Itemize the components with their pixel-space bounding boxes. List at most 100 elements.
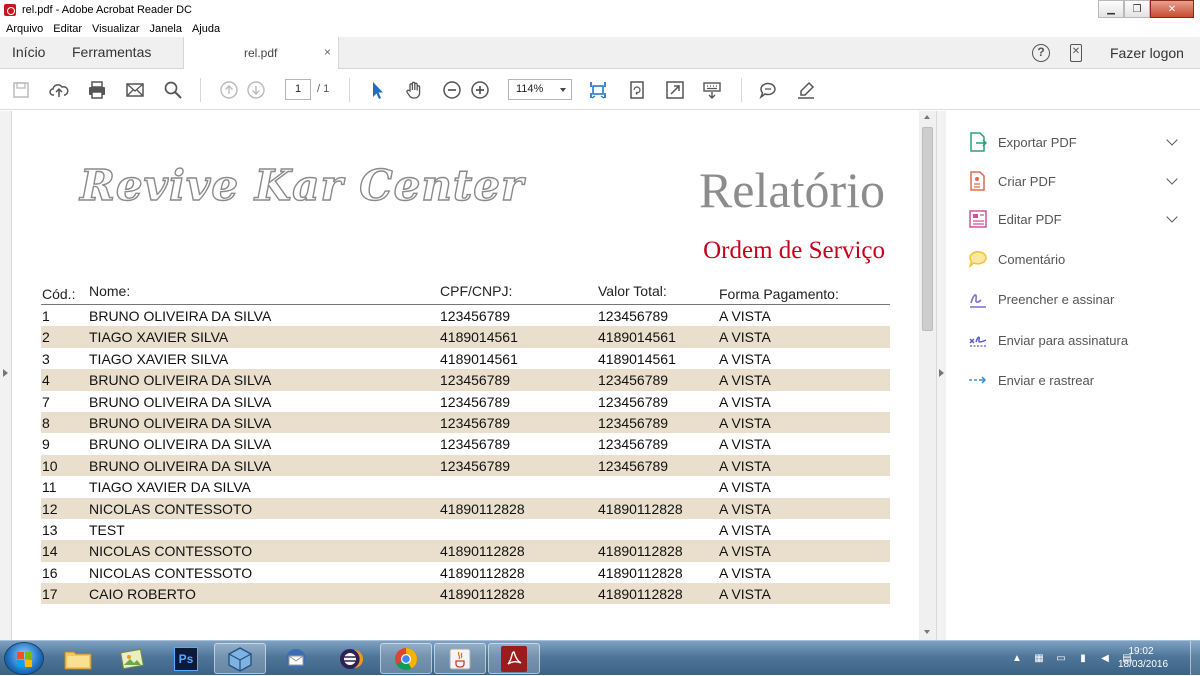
cell-payment: A VISTA <box>719 350 771 367</box>
chevron-down-icon[interactable] <box>1166 134 1178 146</box>
scrollbar-thumb[interactable] <box>922 127 933 331</box>
java-icon[interactable] <box>434 643 486 674</box>
send-track-icon <box>968 370 988 390</box>
zoom-select[interactable]: 114% <box>508 79 572 100</box>
search-icon[interactable] <box>162 79 184 101</box>
tool-fill-sign[interactable]: Preencher e assinar <box>968 287 1188 311</box>
select-cursor-icon[interactable] <box>366 79 388 101</box>
cell-name: BRUNO OLIVEIRA DA SILVA <box>89 308 272 324</box>
chrome-icon[interactable] <box>380 643 432 674</box>
photoshop-icon[interactable]: Ps <box>160 643 212 674</box>
tab-close-icon[interactable]: × <box>324 45 331 59</box>
menu-editar[interactable]: Editar <box>53 23 82 35</box>
zoom-in-icon[interactable] <box>469 79 491 101</box>
page-number-input[interactable]: 1 <box>285 79 311 100</box>
chevron-down-icon[interactable] <box>1166 211 1178 223</box>
cell-name: NICOLAS CONTESSOTO <box>89 543 253 560</box>
signal-icon[interactable]: ▮ <box>1076 653 1090 665</box>
menu-arquivo[interactable]: Arquivo <box>6 23 43 35</box>
cell-name: TIAGO XAVIER SILVA <box>89 329 229 346</box>
cell-total: 123456789 <box>598 393 669 410</box>
explorer-icon[interactable] <box>52 643 104 674</box>
tool-send-track[interactable]: Enviar e rastrear <box>968 368 1188 392</box>
show-desktop-button[interactable] <box>1190 641 1200 676</box>
tool-create-pdf[interactable]: Criar PDF <box>968 169 1188 193</box>
chevron-down-icon[interactable] <box>1166 173 1178 185</box>
toolbar-separator <box>349 78 350 102</box>
windows-flag-icon[interactable]: ▦ <box>1032 653 1046 665</box>
cell-code: 4 <box>42 372 50 389</box>
send-signature-icon <box>968 330 988 350</box>
cell-name: BRUNO OLIVEIRA DA SILVA <box>89 372 272 389</box>
cell-cpf: 4189014561 <box>440 329 518 346</box>
zoom-out-icon[interactable] <box>441 79 463 101</box>
edit-pdf-icon <box>968 209 988 229</box>
highlight-pen-icon[interactable] <box>795 79 817 101</box>
scroll-down-icon[interactable] <box>924 630 930 634</box>
system-clock[interactable]: 19:02 18/03/2016 <box>1118 645 1168 671</box>
email-icon[interactable] <box>124 79 146 101</box>
cell-cpf: 123456789 <box>440 372 511 389</box>
thunderbird-icon[interactable] <box>270 643 322 674</box>
tool-label: Enviar e rastrear <box>998 372 1095 388</box>
eclipse-icon[interactable] <box>324 643 376 674</box>
keyboard-icon[interactable] <box>701 79 723 101</box>
table-row: 11 TIAGO XAVIER DA SILVA A VISTA <box>41 476 890 497</box>
tab-document[interactable]: rel.pdf × <box>183 37 339 69</box>
table-row: 7 BRUNO OLIVEIRA DA SILVA 123456789 1234567… <box>41 391 890 412</box>
column-header-cpf: CPF/CNPJ: <box>440 283 513 299</box>
cell-payment: A VISTA <box>719 521 771 538</box>
virtualbox-icon[interactable] <box>214 643 266 674</box>
cell-cpf: 41890112828 <box>440 586 525 603</box>
menu-janela[interactable]: Janela <box>150 23 182 35</box>
cell-total: 4189014561 <box>598 350 676 367</box>
close-window-button[interactable]: ✕ <box>1150 0 1194 18</box>
tool-comment[interactable]: Comentário <box>968 247 1188 271</box>
full-screen-icon[interactable] <box>664 79 686 101</box>
scroll-up-icon[interactable] <box>924 115 930 119</box>
acrobat-icon[interactable] <box>488 643 540 674</box>
cell-code: 8 <box>42 414 50 431</box>
cell-payment: A VISTA <box>719 479 771 496</box>
tools-panel: Exportar PDF Criar PDF Editar PDF Coment… <box>946 111 1200 640</box>
menu-ajuda[interactable]: Ajuda <box>192 23 220 35</box>
tab-tools[interactable]: Ferramentas <box>72 37 151 68</box>
print-icon[interactable] <box>86 79 108 101</box>
help-icon[interactable]: ? <box>1032 44 1050 62</box>
cell-name: BRUNO OLIVEIRA DA SILVA <box>89 457 272 474</box>
cell-total: 41890112828 <box>598 564 683 581</box>
tool-edit-pdf[interactable]: Editar PDF <box>968 207 1188 231</box>
right-panel-toggle[interactable] <box>936 111 946 640</box>
photos-icon[interactable] <box>106 643 158 674</box>
volume-icon[interactable]: ◀ <box>1098 653 1112 665</box>
window-title: rel.pdf - Adobe Acrobat Reader DC <box>22 4 192 16</box>
tool-send-signature[interactable]: Enviar para assinatura <box>968 328 1188 352</box>
rotate-page-icon[interactable] <box>626 79 648 101</box>
tab-home[interactable]: Início <box>12 37 45 68</box>
toolbar-separator <box>741 78 742 102</box>
menu-visualizar[interactable]: Visualizar <box>92 23 140 35</box>
comment-icon[interactable] <box>757 79 779 101</box>
minimize-button[interactable]: ▁ <box>1098 0 1124 18</box>
chevron-up-icon[interactable]: ▲ <box>1010 653 1024 665</box>
cell-total: 123456789 <box>598 457 669 474</box>
left-panel-toggle[interactable] <box>0 111 12 640</box>
cell-code: 7 <box>42 393 50 410</box>
sign-in-link[interactable]: Fazer logon <box>1110 45 1184 61</box>
monitor-icon[interactable]: ▭ <box>1054 653 1068 665</box>
fit-width-icon[interactable] <box>587 79 609 101</box>
page-total: / 1 <box>317 83 330 95</box>
cell-payment: A VISTA <box>719 564 771 581</box>
next-page-icon[interactable] <box>245 79 267 101</box>
start-button[interactable] <box>4 642 44 675</box>
create-pdf-icon <box>968 171 988 191</box>
cell-total: 4189014561 <box>598 329 676 346</box>
vertical-scrollbar[interactable] <box>919 111 936 640</box>
hand-tool-icon[interactable] <box>403 79 425 101</box>
mobile-link-icon[interactable]: ✕ <box>1070 44 1082 62</box>
maximize-button[interactable]: ❐ <box>1124 0 1150 18</box>
upload-cloud-icon[interactable] <box>48 79 70 101</box>
tool-export-pdf[interactable]: Exportar PDF <box>968 130 1188 154</box>
previous-page-icon[interactable] <box>218 79 240 101</box>
save-icon[interactable] <box>10 79 32 101</box>
